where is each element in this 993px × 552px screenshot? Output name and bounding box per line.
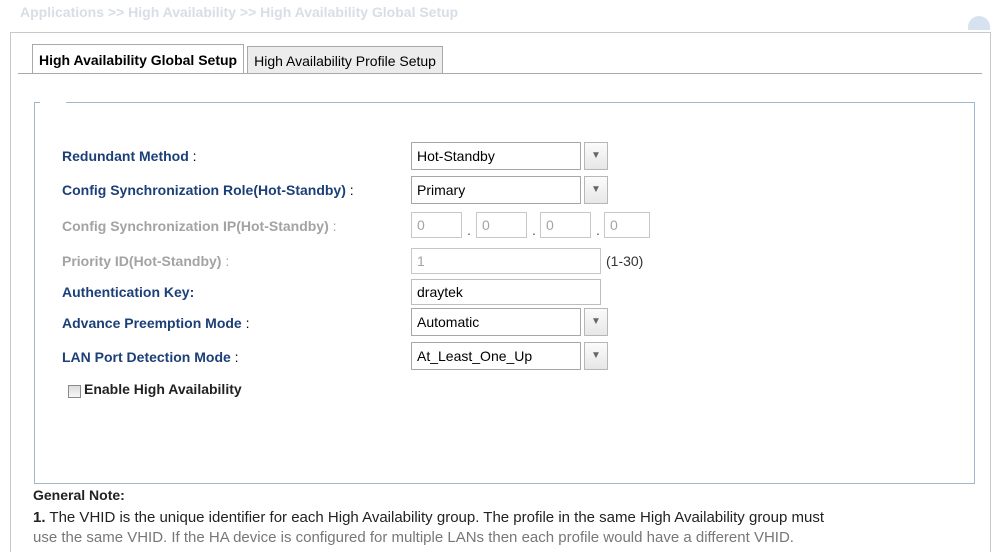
enable-ha-checkbox[interactable]: [68, 385, 81, 398]
colon: :: [188, 148, 197, 164]
chevron-down-icon[interactable]: ▼: [584, 342, 608, 370]
note-number: 1.: [33, 509, 46, 526]
colon: :: [328, 218, 337, 234]
priority-id-input[interactable]: 1: [411, 248, 601, 274]
note-text: 1. The VHID is the unique identifier for…: [33, 508, 983, 548]
fieldset-legend: [40, 99, 66, 105]
redundant-method-select[interactable]: Hot-Standby ▼: [411, 142, 608, 170]
tab-divider: [18, 73, 982, 74]
sync-ip-octet-3[interactable]: 0: [540, 212, 591, 238]
sync-ip-octet-4[interactable]: 0: [604, 212, 650, 238]
tab-profile-setup[interactable]: High Availability Profile Setup: [247, 46, 443, 74]
priority-id-range: (1-30): [606, 253, 644, 269]
lan-detection-select[interactable]: At_Least_One_Up ▼: [411, 342, 608, 370]
sync-ip-label: Config Synchronization IP(Hot-Standby): [62, 218, 329, 234]
sync-ip-octet-1[interactable]: 0: [411, 212, 462, 238]
sync-role-label: Config Synchronization Role(Hot-Standby): [62, 182, 346, 198]
colon: :: [221, 253, 230, 269]
auth-key-input[interactable]: draytek: [411, 279, 601, 305]
ip-dot: .: [596, 222, 600, 238]
lan-detection-label: LAN Port Detection Mode: [62, 349, 231, 365]
sync-role-row: Config Synchronization Role(Hot-Standby)…: [62, 182, 354, 198]
help-icon[interactable]: [968, 16, 990, 30]
chevron-down-icon[interactable]: ▼: [584, 308, 608, 336]
tab-global-setup[interactable]: High Availability Global Setup: [32, 44, 245, 74]
lan-detection-row: LAN Port Detection Mode :: [62, 349, 239, 365]
ip-dot: .: [532, 222, 536, 238]
sync-role-value: Primary: [417, 182, 466, 198]
note-title: General Note:: [33, 487, 125, 503]
tab-bar: High Availability Global Setup High Avai…: [32, 44, 446, 74]
priority-id-label: Priority ID(Hot-Standby): [62, 253, 222, 269]
sync-role-select[interactable]: Primary ▼: [411, 176, 608, 204]
colon: :: [230, 349, 239, 365]
note-line: The VHID is the unique identifier for ea…: [49, 509, 825, 526]
preemption-row: Advance Preemption Mode :: [62, 315, 249, 331]
preemption-label: Advance Preemption Mode: [62, 315, 242, 331]
sync-ip-row: Config Synchronization IP(Hot-Standby) :: [62, 218, 337, 234]
redundant-method-value: Hot-Standby: [417, 148, 495, 164]
sync-ip-octet-2[interactable]: 0: [476, 212, 527, 238]
colon: :: [241, 315, 250, 331]
chevron-down-icon[interactable]: ▼: [584, 142, 608, 170]
priority-id-row: Priority ID(Hot-Standby) :: [62, 253, 229, 269]
redundant-method-row: Redundant Method :: [62, 148, 197, 164]
ip-dot: .: [467, 222, 471, 238]
auth-key-label: Authentication Key: [62, 284, 190, 300]
lan-detection-value: At_Least_One_Up: [417, 348, 533, 364]
note-continuation: use the same VHID. If the HA device is c…: [33, 529, 794, 546]
redundant-method-label: Redundant Method: [62, 148, 189, 164]
chevron-down-icon[interactable]: ▼: [584, 176, 608, 204]
colon: :: [189, 284, 195, 300]
preemption-select[interactable]: Automatic ▼: [411, 308, 608, 336]
enable-ha-label: Enable High Availability: [84, 381, 242, 397]
preemption-value: Automatic: [417, 314, 480, 330]
colon: :: [345, 182, 354, 198]
breadcrumb: Applications >> High Availability >> Hig…: [20, 4, 459, 20]
auth-key-row: Authentication Key:: [62, 284, 194, 300]
